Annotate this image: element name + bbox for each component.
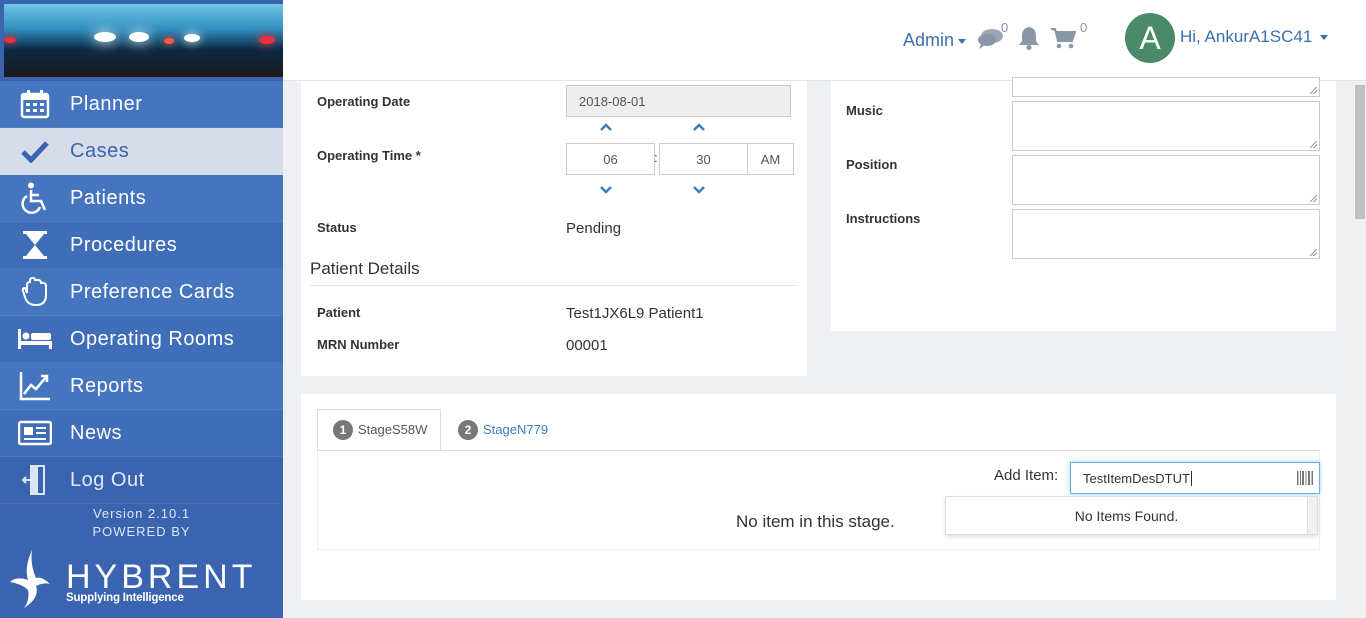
patient-label: Patient xyxy=(317,305,361,320)
sidebar-item-label: Log Out xyxy=(70,468,145,491)
position-label: Position xyxy=(846,157,898,172)
sidebar-item-log-out[interactable]: Log Out xyxy=(0,457,283,504)
sidebar-item-label: Reports xyxy=(70,374,144,397)
position-textarea[interactable] xyxy=(1012,155,1320,205)
barcode-icon[interactable] xyxy=(1297,471,1313,485)
sidebar-item-label: Preference Cards xyxy=(70,280,235,303)
user-menu[interactable]: Hi, AnkurA1SC41 xyxy=(1180,27,1329,47)
cart-count: 0 xyxy=(1080,20,1088,35)
door-exit-icon xyxy=(0,465,70,495)
tab-stage-2[interactable]: 2 StageN779 xyxy=(458,409,568,450)
tab-label: StageS58W xyxy=(358,422,428,437)
music-textarea[interactable] xyxy=(1012,101,1320,151)
hour-input[interactable]: 06 xyxy=(566,143,655,175)
sidebar-item-patients[interactable]: Patients xyxy=(0,175,283,222)
powered-by-text: POWERED BY xyxy=(92,524,191,539)
status-value: Pending xyxy=(566,220,622,237)
messages-count: 0 xyxy=(1001,20,1009,35)
case-details-panel: Operating Date 2018-08-01 Operating Time… xyxy=(301,81,807,376)
empty-stage-message: No item in this stage. xyxy=(736,512,895,531)
operating-time-label: Operating Time * xyxy=(317,148,421,163)
wheelchair-icon xyxy=(0,182,70,214)
hybrent-bird-icon xyxy=(10,550,50,608)
add-item-label: Add Item: xyxy=(994,467,1059,484)
instructions-textarea[interactable] xyxy=(1012,209,1320,259)
item-suggestions-dropdown: No Items Found. xyxy=(945,496,1318,535)
sidebar-item-news[interactable]: News xyxy=(0,410,283,457)
sidebar-item-operating-rooms[interactable]: Operating Rooms xyxy=(0,316,283,363)
sidebar-item-label: Planner xyxy=(70,92,143,115)
hour-increment-icon[interactable] xyxy=(599,122,613,132)
top-bar: Admin 0 0 A Hi, AnkurA1SC41 xyxy=(283,0,1366,81)
operating-date-field[interactable]: 2018-08-01 xyxy=(566,85,791,117)
sidebar-item-cases[interactable]: Cases xyxy=(0,128,283,175)
hour-decrement-icon[interactable] xyxy=(599,185,613,195)
sidebar-item-label: Operating Rooms xyxy=(70,327,235,350)
brand-tagline: Supplying Intelligence xyxy=(66,592,184,604)
sidebar-item-label: Patients xyxy=(70,186,147,209)
add-item-value: TestItemDesDTUT xyxy=(1083,470,1190,486)
avatar[interactable]: A xyxy=(1125,13,1175,63)
stage-content: Add Item: TestItemDesDTUT No item in thi… xyxy=(317,451,1320,550)
sidebar-item-preference-cards[interactable]: Preference Cards xyxy=(0,269,283,316)
instructions-label: Instructions xyxy=(846,211,921,226)
newspaper-icon xyxy=(0,420,70,446)
mrn-value: 00001 xyxy=(566,337,608,354)
sidebar-item-label: Cases xyxy=(70,139,130,162)
time-separator: : xyxy=(654,150,658,165)
status-label: Status xyxy=(317,220,357,235)
bell-icon[interactable] xyxy=(1018,26,1040,55)
dropdown-message: No Items Found. xyxy=(1074,507,1179,524)
tab-stage-1[interactable]: 1 StageS58W xyxy=(317,409,441,450)
sidebar: Planner Cases Patients Procedures Prefer… xyxy=(0,0,283,618)
minute-decrement-icon[interactable] xyxy=(692,185,706,195)
sidebar-item-label: Procedures xyxy=(70,233,178,256)
line-chart-icon xyxy=(0,371,70,401)
text-cursor xyxy=(1190,470,1192,486)
page-scrollbar[interactable] xyxy=(1354,81,1366,618)
sidebar-nav: Planner Cases Patients Procedures Prefer… xyxy=(0,81,283,504)
hourglass-icon xyxy=(0,230,70,260)
section-divider xyxy=(310,285,798,286)
previous-notes-textarea[interactable] xyxy=(1012,77,1320,97)
sidebar-item-label: News xyxy=(70,421,123,444)
music-label: Music xyxy=(846,103,883,118)
stages-panel: 1 StageS58W 2 StageN779 Add Item: TestIt… xyxy=(301,394,1336,600)
minute-increment-icon[interactable] xyxy=(692,122,706,132)
meridiem-toggle[interactable]: AM xyxy=(747,143,794,175)
scrollbar-thumb[interactable] xyxy=(1355,85,1365,219)
stage-number-badge: 2 xyxy=(458,419,478,440)
checkmark-icon xyxy=(0,139,70,163)
operating-date-label: Operating Date xyxy=(317,94,411,109)
cart-icon[interactable] xyxy=(1050,27,1077,54)
minute-input[interactable]: 30 xyxy=(659,143,748,175)
caret-down-icon xyxy=(958,38,967,44)
admin-label: Admin xyxy=(903,30,955,50)
version-info: Version 2.10.1 POWERED BY xyxy=(0,505,283,541)
calendar-icon xyxy=(0,89,70,119)
patient-value: Test1JX6L9 Patient1 xyxy=(566,305,704,322)
sidebar-item-planner[interactable]: Planner xyxy=(0,81,283,128)
version-text: Version 2.10.1 xyxy=(92,506,191,521)
user-greeting: Hi, AnkurA1SC41 xyxy=(1180,27,1313,46)
caret-down-icon xyxy=(1320,35,1329,41)
dropdown-scrollbar[interactable] xyxy=(1307,497,1317,534)
sidebar-item-reports[interactable]: Reports xyxy=(0,363,283,410)
tab-label: StageN779 xyxy=(483,422,549,437)
glove-icon xyxy=(0,277,70,307)
header-banner-image xyxy=(4,4,283,77)
admin-menu[interactable]: Admin xyxy=(903,30,967,51)
bed-icon xyxy=(0,327,70,351)
notes-panel: Music Position Instructions xyxy=(831,77,1336,331)
stage-number-badge: 1 xyxy=(333,419,353,440)
add-item-input[interactable]: TestItemDesDTUT xyxy=(1070,462,1320,494)
mrn-label: MRN Number xyxy=(317,337,400,352)
hybrent-logo: HYBRENT Supplying Intelligence xyxy=(10,548,280,610)
sidebar-item-procedures[interactable]: Procedures xyxy=(0,222,283,269)
patient-details-heading: Patient Details xyxy=(310,259,420,278)
